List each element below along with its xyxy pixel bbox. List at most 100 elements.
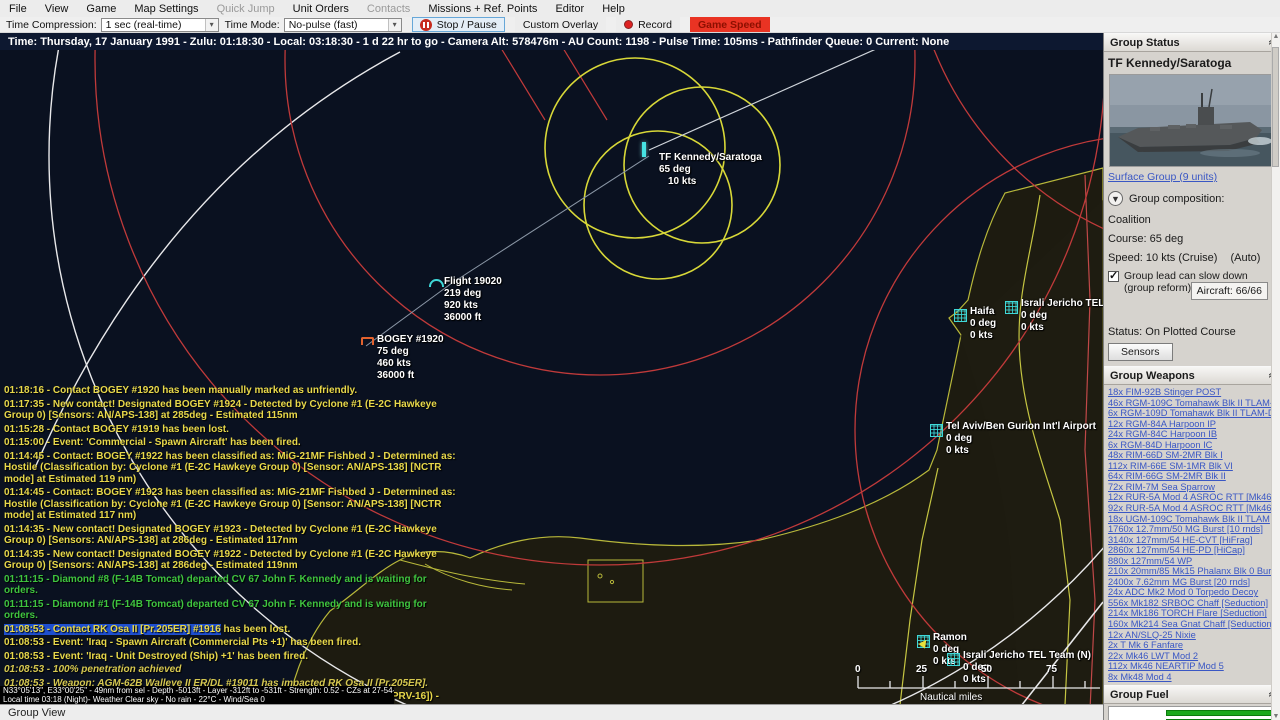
menu-help[interactable]: Help [593,2,634,16]
menu-file[interactable]: File [0,2,36,16]
menu-game[interactable]: Game [77,2,125,16]
hostile-air-icon[interactable] [361,337,374,345]
log-entry[interactable]: 01:17:35 - New contact! Designated BOGEY… [4,399,456,422]
log-selection: 01:08:53 - Contact RK Osa II [Pr.205ER] … [4,623,221,635]
menu-editor[interactable]: Editor [546,2,593,16]
chevron-down-icon[interactable]: ▾ [387,18,401,31]
unit-photo [1109,74,1272,167]
menu-unit-orders[interactable]: Unit Orders [284,2,358,16]
surface-group-link[interactable]: Surface Group (9 units) [1104,169,1280,185]
log-entry[interactable]: 01:11:15 - Diamond #1 (F-14B Tomcat) dep… [4,599,456,622]
unit-bogey-1920[interactable]: BOGEY #1920 75 deg 460 kts 36000 ft [361,334,444,382]
simulation-info-bar: Time: Thursday, 17 January 1991 - Zulu: … [0,33,1103,50]
menu-map-settings[interactable]: Map Settings [125,2,207,16]
log-entry[interactable]: 01:08:53 - Event: 'Iraq - Unit Destroyed… [4,651,456,663]
unit-label: Israli Jericho TEL T [1021,298,1103,309]
unit-speed: 0 kts [1021,322,1044,333]
weapon-link[interactable]: 24x RGM-84C Harpoon IB [1108,429,1280,440]
sensors-button[interactable]: Sensors [1108,343,1173,361]
menu-contacts: Contacts [366,2,411,15]
log-entry[interactable]: 01:14:35 - New contact! Designated BOGEY… [4,524,456,547]
weapon-link[interactable]: 556x Mk182 SRBOC Chaff [Seduction] [1108,598,1280,609]
unit-tel-aviv-ben-gurion[interactable]: Tel Aviv/Ben Gurion Int'l Airport 0 deg … [930,421,1096,457]
record-button[interactable]: Record [616,17,680,32]
weapon-link[interactable]: 8x Mk48 Mod 4 [1108,672,1280,683]
log-entry[interactable]: 01:14:45 - Contact: BOGEY #1922 has been… [4,451,456,486]
weapon-link[interactable]: 46x RGM-109C Tomahawk Blk II TLAM-C [1108,398,1280,409]
scroll-down-icon[interactable]: ▼ [1273,713,1280,720]
weapon-link[interactable]: 92x RUR-5A Mod 4 ASROC RTT [Mk46 Mod 5] [1108,503,1280,514]
custom-overlay-button[interactable]: Custom Overlay [514,17,607,32]
weapon-link[interactable]: 12x AN/SLQ-25 Nixie [1108,630,1280,641]
weapon-link[interactable]: 2400x 7.62mm MG Burst [20 rnds] [1108,577,1280,588]
airbase-icon[interactable] [917,635,930,649]
unit-haifa[interactable]: Haifa 0 deg 0 kts [954,306,996,342]
checkbox-checked-icon[interactable] [1108,269,1119,282]
surface-group-icon[interactable] [642,142,646,157]
weapon-link[interactable]: 160x Mk214 Sea Gnat Chaff [Seduction] [1108,619,1280,630]
menu-missions-ref-points[interactable]: Missions + Ref. Points [419,2,546,16]
log-entry-tail: has been lost. [220,623,291,635]
weapon-link[interactable]: 210x 20mm/85 Mk15 Phalanx Blk 0 Burst [2… [1108,566,1280,577]
scale-tick-25: 25 [916,664,928,675]
log-entry[interactable]: 01:14:45 - Contact: BOGEY #1923 has been… [4,487,456,522]
weapon-link[interactable]: 2860x 127mm/54 HE-PD [HiCap] [1108,545,1280,556]
weapon-link[interactable]: 72x RIM-7M Sea Sparrow [1108,482,1280,493]
weapon-link[interactable]: 24x ADC Mk2 Mod 0 Torpedo Decoy [1108,587,1280,598]
weapon-link[interactable]: 1760x 12.7mm/50 MG Burst [10 rnds] [1108,524,1280,535]
weapon-link[interactable]: 6x RGM-109D Tomahawk Blk II TLAM-D [1108,408,1280,419]
group-composition-row: ▼ Group composition: [1104,185,1280,210]
log-entry[interactable]: 01:15:00 - Event: 'Commercial - Spawn Ai… [4,437,456,449]
scroll-up-icon[interactable]: ▲ [1273,33,1280,40]
message-log[interactable]: 01:18:16 - Contact BOGEY #1920 has been … [4,385,456,720]
log-entry[interactable]: 01:14:35 - New contact! Designated BOGEY… [4,549,456,572]
unit-altitude: 36000 ft [377,370,415,381]
weapon-link[interactable]: 18x UGM-109C Tomahawk Blk II TLAM [1108,514,1280,525]
group-fuel-header[interactable]: Group Fuel » [1104,685,1280,705]
scrollbar-thumb[interactable] [1272,47,1279,167]
unit-tf-kennedy-saratoga[interactable]: TF Kennedy/Saratoga 65 deg 10 kts [642,140,762,188]
expand-composition-button[interactable]: ▼ [1108,191,1123,206]
aircraft-count-box[interactable]: Aircraft: 66/66 [1190,282,1268,300]
log-entry[interactable]: 01:08:53 - Event: 'Iraq - Spawn Aircraft… [4,637,456,649]
facility-icon[interactable] [1005,301,1018,314]
weapon-link[interactable]: 64x RIM-66G SM-2MR Blk II [1108,471,1280,482]
time-compression-select[interactable]: 1 sec (real-time) ▾ [100,17,219,32]
weapon-link[interactable]: 6x RGM-84D Harpoon IC [1108,440,1280,451]
friendly-air-icon[interactable] [429,279,444,287]
facility-icon[interactable] [930,424,943,437]
weapon-link[interactable]: 12x RGM-84A Harpoon IP [1108,419,1280,430]
log-entry[interactable]: 01:11:15 - Diamond #8 (F-14B Tomcat) dep… [4,574,456,597]
log-entry-selected[interactable]: 01:08:53 - Contact RK Osa II [Pr.205ER] … [4,623,456,636]
weapon-link[interactable]: 3140x 127mm/54 HE-CVT [HiFrag] [1108,535,1280,546]
time-mode-select[interactable]: No-pulse (fast) ▾ [283,17,402,32]
group-weapons-header[interactable]: Group Weapons » [1104,366,1280,385]
weapon-link[interactable]: 880x 127mm/54 WP [1108,556,1280,567]
carrier-photo-art [1110,75,1271,166]
log-entry[interactable]: 01:15:28 - Contact BOGEY #1919 has been … [4,424,456,436]
weapon-link[interactable]: 12x RUR-5A Mod 4 ASROC RTT [Mk46 Mod 2] [1108,492,1280,503]
weapon-link[interactable]: 18x FIM-92B Stinger POST [1108,387,1280,398]
tactical-map[interactable]: TF Kennedy/Saratoga 65 deg 10 kts Flight… [0,50,1103,720]
weapon-link[interactable]: 112x RIM-66E SM-1MR Blk VI [1108,461,1280,472]
weapon-link[interactable]: 2x T Mk 6 Fanfare [1108,640,1280,651]
log-entry[interactable]: 01:18:16 - Contact BOGEY #1920 has been … [4,385,456,397]
unit-course: 219 deg [444,288,482,299]
log-entry[interactable]: 01:08:53 - 100% penetration achieved [4,664,456,676]
unit-flight-19020[interactable]: Flight 19020 219 deg 920 kts 36000 ft [429,276,502,324]
facility-icon[interactable] [947,653,960,666]
facility-icon[interactable] [954,309,967,322]
menu-view[interactable]: View [36,2,78,16]
stop-pause-button[interactable]: Stop / Pause [411,17,505,32]
unit-israli-jericho-tel[interactable]: Israli Jericho TEL T 0 deg 0 kts [1005,298,1103,334]
unit-speed: 460 kts [377,358,411,369]
chevron-down-icon[interactable]: ▾ [204,18,218,31]
weapon-link[interactable]: 112x Mk46 NEARTIP Mod 5 [1108,661,1280,672]
scale-tick-75: 75 [1046,664,1058,675]
weapon-link[interactable]: 22x Mk46 LWT Mod 2 [1108,651,1280,662]
game-speed-button[interactable]: Game Speed [689,17,770,32]
game-speed-label: Game Speed [697,18,762,31]
weapon-link[interactable]: 48x RIM-66D SM-2MR Blk I [1108,450,1280,461]
weapon-link[interactable]: 214x Mk186 TORCH Flare [Seduction] [1108,608,1280,619]
group-status-header[interactable]: Group Status » [1104,33,1280,52]
